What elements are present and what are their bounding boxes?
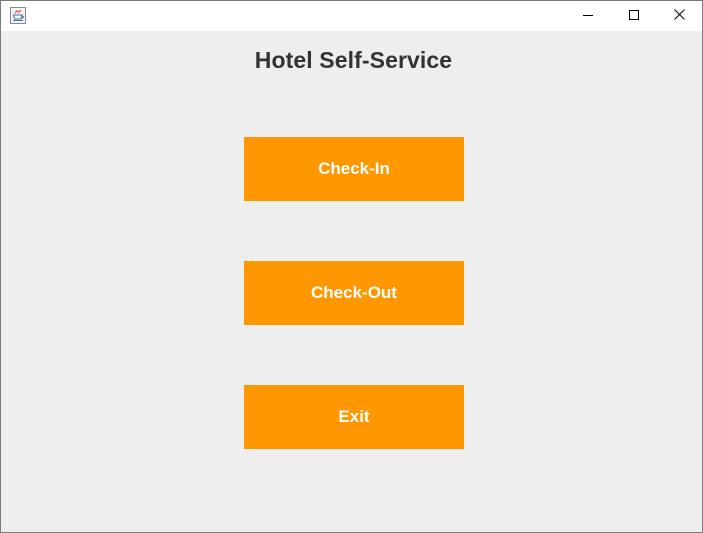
minimize-button[interactable]	[565, 1, 611, 31]
exit-button[interactable]: Exit	[244, 385, 464, 449]
maximize-icon	[629, 7, 639, 25]
maximize-button[interactable]	[611, 1, 657, 31]
app-window: Hotel Self-Service Check-In Check-Out Ex…	[0, 0, 703, 533]
close-icon	[673, 7, 685, 25]
main-panel: Hotel Self-Service Check-In Check-Out Ex…	[1, 31, 702, 532]
check-out-button[interactable]: Check-Out	[244, 261, 464, 325]
java-coffee-cup-icon	[10, 7, 26, 24]
title-bar[interactable]	[1, 1, 702, 31]
close-button[interactable]	[656, 1, 702, 31]
check-in-button[interactable]: Check-In	[244, 137, 464, 201]
minimize-icon	[583, 7, 593, 25]
page-title: Hotel Self-Service	[254, 47, 453, 73]
